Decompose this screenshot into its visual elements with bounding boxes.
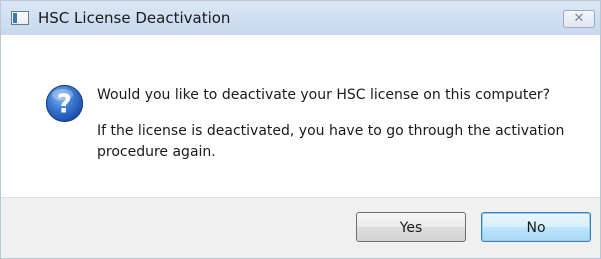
- close-button[interactable]: ✕: [563, 10, 595, 28]
- window-title: HSC License Deactivation: [38, 9, 231, 27]
- message-secondary: If the license is deactivated, you have …: [97, 123, 565, 160]
- svg-text:?: ?: [57, 88, 72, 118]
- message-primary: Would you like to deactivate your HSC li…: [97, 87, 551, 103]
- title-bar[interactable]: HSC License Deactivation ✕: [1, 1, 600, 35]
- button-bar: Yes No: [1, 197, 600, 258]
- question-icon: ?: [45, 84, 84, 123]
- no-button[interactable]: No: [481, 212, 591, 242]
- dialog-window: HSC License Deactivation ✕ ? Would you l…: [0, 0, 601, 259]
- close-icon: ✕: [573, 11, 585, 26]
- message-area: ? Would you like to deactivate your HSC …: [1, 35, 600, 197]
- app-icon-accent: [13, 13, 17, 23]
- yes-button[interactable]: Yes: [356, 212, 466, 242]
- app-icon: [11, 11, 29, 25]
